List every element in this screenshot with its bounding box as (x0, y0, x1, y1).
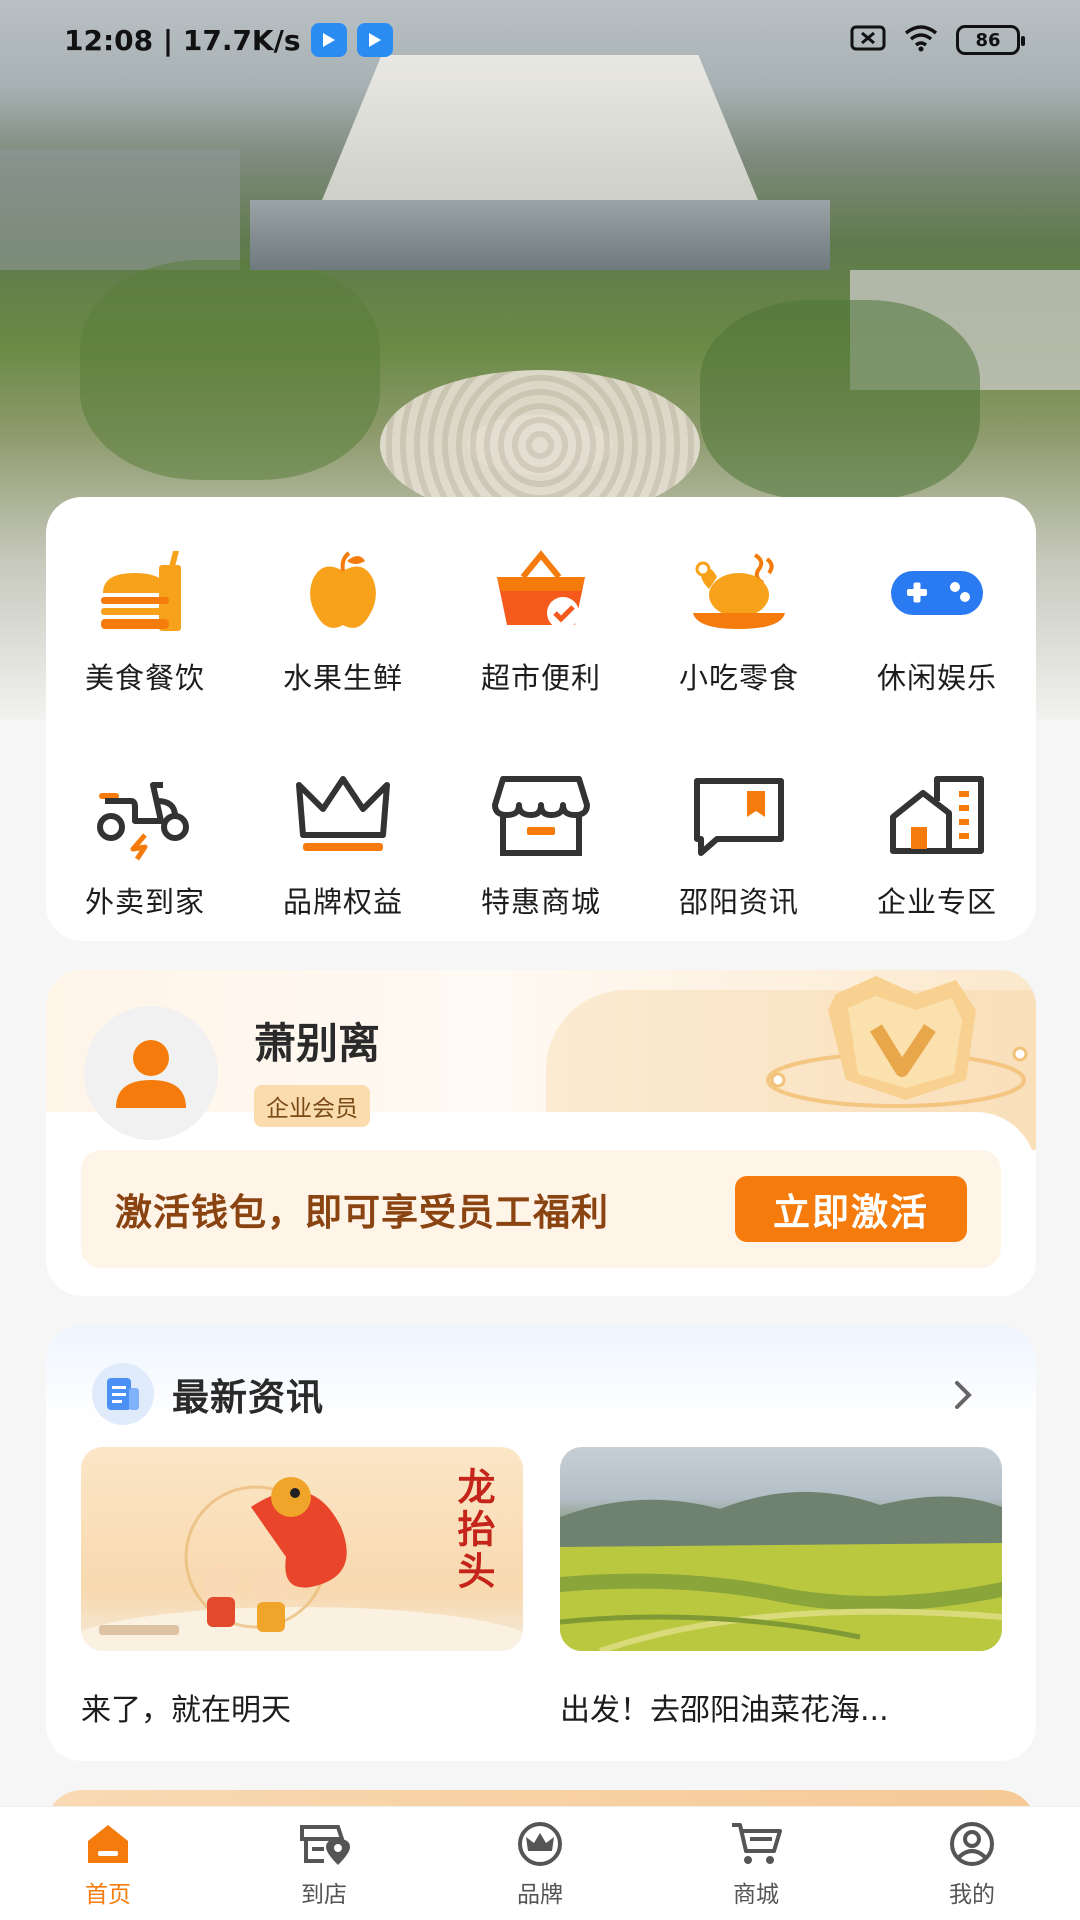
storefront-icon (491, 771, 591, 861)
member-level-badge: 企业会员 (254, 1085, 370, 1127)
category-brand-benefits[interactable]: 品牌权益 (244, 771, 442, 921)
tab-label: 我的 (949, 1881, 995, 1908)
category-fruit[interactable]: 水果生鲜 (244, 547, 442, 697)
status-bar: 12:08 | 17.7K/s 86 (0, 0, 1080, 80)
battery-icon: 86 (956, 25, 1025, 55)
category-snacks[interactable]: 小吃零食 (640, 547, 838, 697)
member-name: 萧别离 (254, 1019, 381, 1068)
wallet-activate-banner: 激活钱包，即可享受员工福利 立即激活 (81, 1150, 1001, 1268)
news-caption: 出发！去邵阳油菜花海... (560, 1693, 889, 1728)
apple-icon (293, 547, 393, 637)
category-entertainment[interactable]: 休闲娱乐 (838, 547, 1036, 697)
avatar[interactable] (84, 1006, 218, 1140)
cart-icon (730, 1819, 782, 1869)
category-label: 品牌权益 (282, 885, 403, 919)
activate-button[interactable]: 立即激活 (735, 1176, 967, 1242)
roast-chicken-icon (689, 547, 789, 637)
member-card: 萧别离 企业会员 激活钱包，即可享受员工福利 立即激活 (46, 970, 1036, 1296)
burger-drink-icon (95, 547, 195, 637)
category-label: 邵阳资讯 (678, 885, 799, 919)
crown-icon (293, 771, 393, 861)
news-card: 最新资讯 龙抬头 来了，就在明天 出发！去邵阳油菜花海... (46, 1325, 1036, 1761)
category-label: 休闲娱乐 (876, 661, 997, 695)
profile-icon (946, 1819, 998, 1869)
chevron-right-icon[interactable] (948, 1377, 978, 1413)
news-item[interactable]: 龙抬头 来了，就在明天 (81, 1447, 523, 1729)
category-label: 水果生鲜 (282, 661, 403, 695)
category-label: 企业专区 (876, 885, 997, 919)
category-label: 特惠商城 (480, 885, 601, 919)
store-location-icon (298, 1819, 350, 1869)
activate-prompt: 激活钱包，即可享受员工福利 (115, 1191, 609, 1234)
tab-store[interactable]: 到店 (216, 1819, 432, 1909)
category-label: 外卖到家 (84, 885, 205, 919)
news-section-title: 最新资讯 (172, 1376, 324, 1419)
category-card: 美食餐饮 水果生鲜 超市便利 小吃零食 休闲娱乐 外卖到家 品牌权益 特惠商城 … (46, 497, 1036, 941)
shopping-basket-icon (491, 547, 591, 637)
category-delivery[interactable]: 外卖到家 (46, 771, 244, 921)
tab-home[interactable]: 首页 (0, 1819, 216, 1909)
vip-shield-icon (766, 976, 1028, 1108)
category-supermarket[interactable]: 超市便利 (442, 547, 640, 697)
tab-mall[interactable]: 商城 (648, 1819, 864, 1909)
tab-mine[interactable]: 我的 (864, 1819, 1080, 1909)
app-notification-icon (310, 23, 347, 57)
home-icon (82, 1819, 134, 1869)
category-food[interactable]: 美食餐饮 (46, 547, 244, 697)
brand-crown-icon (514, 1819, 566, 1869)
category-label: 小吃零食 (678, 661, 799, 695)
rapeseed-field-image (560, 1447, 1002, 1651)
news-chat-icon (689, 771, 789, 861)
category-enterprise[interactable]: 企业专区 (838, 771, 1036, 921)
category-discount-mall[interactable]: 特惠商城 (442, 771, 640, 921)
tab-label: 首页 (85, 1881, 131, 1908)
tab-brand[interactable]: 品牌 (432, 1819, 648, 1909)
tab-label: 商城 (733, 1881, 779, 1908)
image-title-text: 龙抬头 (451, 1467, 496, 1593)
sim-none-icon (850, 25, 886, 55)
gamepad-icon (887, 547, 987, 637)
news-caption: 来了，就在明天 (81, 1693, 291, 1728)
category-shaoyang-news[interactable]: 邵阳资讯 (640, 771, 838, 921)
user-icon (116, 1040, 186, 1108)
tab-label: 品牌 (517, 1881, 563, 1908)
dragon-festival-image: 龙抬头 (81, 1447, 523, 1651)
news-document-icon (92, 1363, 154, 1425)
enterprise-building-icon (887, 771, 987, 861)
bottom-tab-bar: 首页 到店 品牌 商城 我的 (0, 1806, 1080, 1920)
category-label: 超市便利 (480, 661, 601, 695)
tab-label: 到店 (301, 1881, 347, 1908)
app-notification-icon (356, 23, 393, 57)
delivery-scooter-icon (95, 771, 195, 861)
status-time-speed: 12:08 | 17.7K/s (64, 23, 301, 57)
category-label: 美食餐饮 (84, 661, 205, 695)
news-item[interactable]: 出发！去邵阳油菜花海... (560, 1447, 1002, 1729)
wifi-icon (904, 24, 938, 56)
